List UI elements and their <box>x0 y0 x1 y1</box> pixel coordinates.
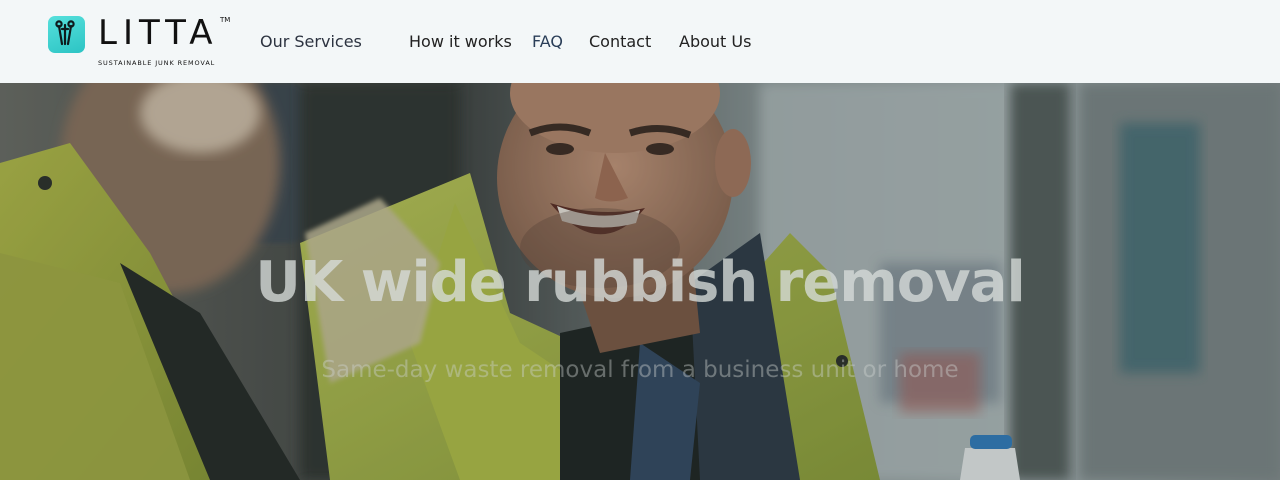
nav-contact[interactable]: Contact <box>589 30 651 54</box>
nav-about-us[interactable]: About Us <box>679 30 751 54</box>
nav-our-services[interactable]: Our Services <box>260 30 362 54</box>
nav-faq[interactable]: FAQ <box>532 30 563 54</box>
hero-subtitle: Same-day waste removal from a business u… <box>321 357 959 383</box>
nav-how-it-works[interactable]: How it works <box>409 30 512 54</box>
brand-tagline: SUSTAINABLE JUNK REMOVAL <box>98 59 216 67</box>
hero-title: UK wide rubbish removal <box>255 250 1025 315</box>
trademark-mark: TM <box>220 16 231 24</box>
litta-tools-icon <box>48 16 85 53</box>
brand-name: LITTA <box>98 13 219 53</box>
litta-logo[interactable]: LITTA TM SUSTAINABLE JUNK REMOVAL <box>48 13 233 70</box>
hero-banner: UK wide rubbish removal Same-day waste r… <box>0 83 1280 480</box>
site-header: LITTA TM SUSTAINABLE JUNK REMOVAL Our Se… <box>0 0 1280 83</box>
